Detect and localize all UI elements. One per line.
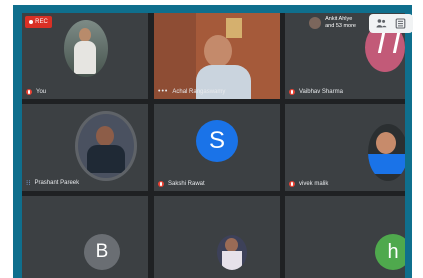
grid-icon[interactable] xyxy=(395,17,406,29)
participant-photo xyxy=(75,111,137,181)
host-avatar xyxy=(309,17,322,29)
participant-tile-sakshi[interactable]: S Sakshi Rawat xyxy=(154,104,280,191)
participant-photo xyxy=(368,124,405,181)
mic-off-icon xyxy=(289,89,295,95)
participant-name: Vaibhav Sharma xyxy=(299,89,343,95)
participant-name: Sakshi Rawat xyxy=(168,181,205,187)
recording-indicator: REC xyxy=(25,16,52,28)
participant-label: ••• Achal Rangaswamy xyxy=(158,88,225,95)
participant-tile-prashant[interactable]: ⁝⁝ Prashant Pareek xyxy=(22,104,148,191)
people-icon[interactable] xyxy=(376,18,387,29)
participant-tile-achal[interactable]: ••• Achal Rangaswamy xyxy=(154,13,280,99)
participant-video-person xyxy=(204,35,232,67)
participant-name: Prashant Pareek xyxy=(34,180,80,186)
participant-photo xyxy=(217,235,247,270)
video-call-grid: You ••• Achal Rangaswamy Vaibhav Sharma … xyxy=(22,13,405,278)
speaking-icon: ⁝⁝ xyxy=(26,180,31,187)
rec-label: REC xyxy=(35,19,48,25)
more-options-icon[interactable]: ••• xyxy=(158,88,168,95)
participant-tile-bottom-right[interactable]: h xyxy=(285,196,405,278)
avatar: B xyxy=(84,234,120,270)
painting-frame xyxy=(226,18,242,38)
host-more: and 53 more xyxy=(325,23,356,29)
mic-off-icon xyxy=(289,181,295,187)
avatar: h xyxy=(375,234,405,270)
record-dot-icon xyxy=(29,20,34,24)
participant-label: vivek malik xyxy=(289,181,328,187)
participant-label: Sakshi Rawat xyxy=(158,181,205,187)
avatar: S xyxy=(196,120,238,162)
mic-off-icon xyxy=(26,89,32,95)
top-action-panel xyxy=(369,13,413,33)
host-name: Ankit Ahlye xyxy=(325,16,353,22)
curtain-left xyxy=(154,13,196,99)
top-right-controls: Ankit Ahlye and 53 more xyxy=(307,10,413,36)
mic-off-icon xyxy=(158,181,164,187)
participant-label: Vaibhav Sharma xyxy=(289,89,343,95)
participant-tile-bottom-left[interactable]: B xyxy=(22,196,148,278)
participant-name: Achal Rangaswamy xyxy=(172,88,226,95)
participant-name: vivek malik xyxy=(299,181,329,187)
participant-photo xyxy=(64,20,108,77)
participant-tile-vivek[interactable]: vivek malik xyxy=(285,104,405,191)
participant-label: ⁝⁝ Prashant Pareek xyxy=(26,179,79,187)
presenter-pill[interactable]: Ankit Ahlye and 53 more xyxy=(307,14,361,32)
participant-tile-bottom-center[interactable] xyxy=(154,196,280,278)
participant-label: You xyxy=(26,89,46,95)
participant-name: You xyxy=(36,89,47,95)
